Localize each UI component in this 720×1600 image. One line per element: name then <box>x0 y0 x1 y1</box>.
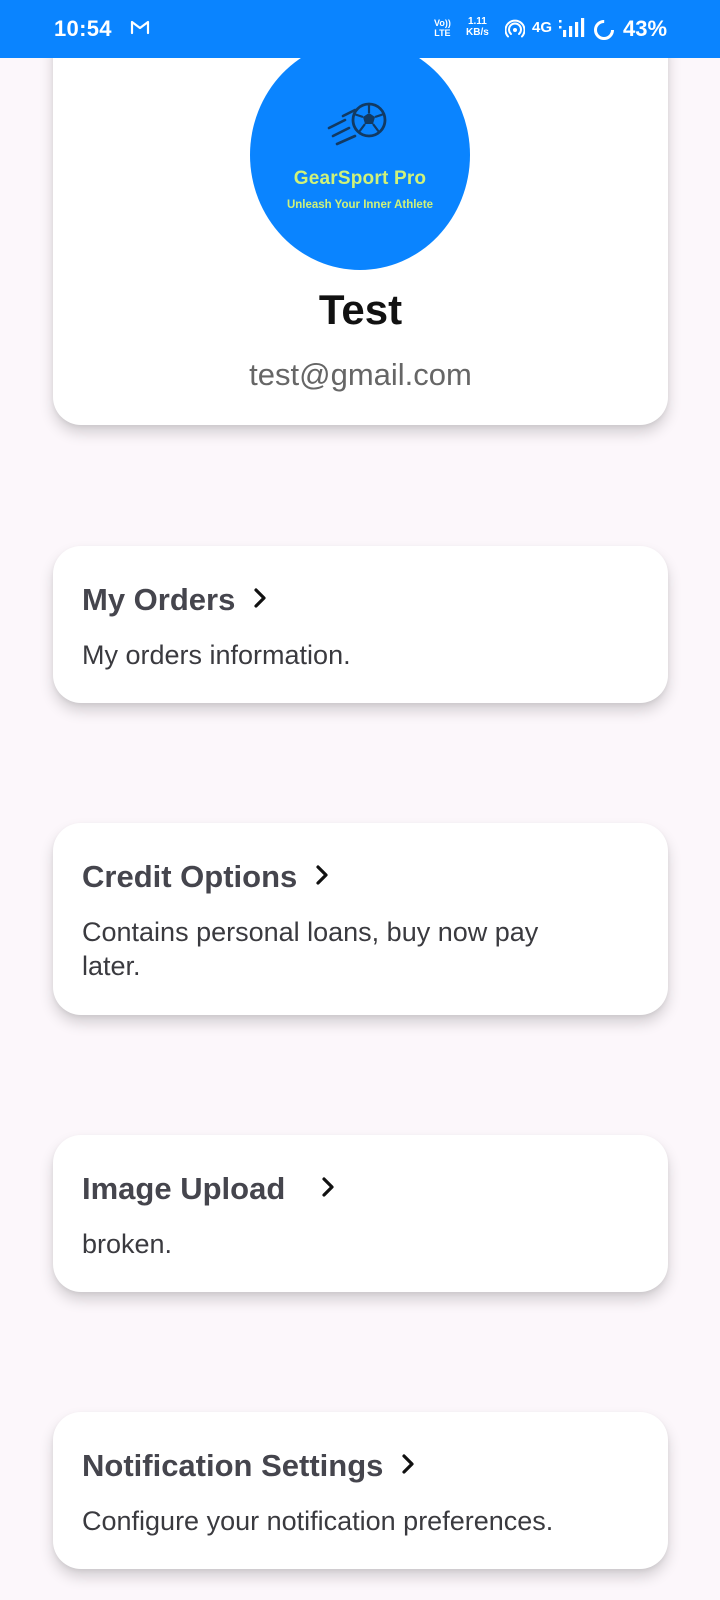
chevron-right-icon[interactable] <box>319 1175 337 1204</box>
my-orders-title-row[interactable]: My Orders <box>82 582 269 618</box>
notification-settings-description: Configure your notification preferences. <box>82 1506 554 1536</box>
my-orders-description: My orders information. <box>82 640 351 670</box>
my-orders-card[interactable]: My Orders My orders information. <box>53 546 668 703</box>
chevron-right-icon[interactable] <box>251 586 269 615</box>
soccer-ball-icon <box>325 98 391 155</box>
image-upload-card[interactable]: Image Upload broken. <box>53 1135 668 1292</box>
hotspot-icon <box>504 19 526 44</box>
status-bar: 10:54 Vo)) LTE 1.11 KB/s 4G 43% <box>0 0 720 58</box>
notification-settings-card[interactable]: Notification Settings Configure your not… <box>53 1412 668 1569</box>
battery-saver-icon <box>593 19 615 46</box>
image-upload-title: Image Upload <box>82 1171 286 1206</box>
gmail-icon <box>130 19 150 40</box>
network-type: 4G <box>532 19 553 36</box>
credit-options-title-row[interactable]: Credit Options <box>82 859 331 895</box>
volte-indicator: Vo)) LTE <box>434 18 451 38</box>
image-upload-description: broken. <box>82 1229 173 1259</box>
notification-settings-title: Notification Settings <box>82 1448 384 1483</box>
profile-email: test@gmail.com <box>249 357 472 392</box>
network-speed: 1.11 KB/s <box>466 16 489 38</box>
logo-brand-name: GearSport Pro <box>293 168 427 189</box>
credit-options-title: Credit Options <box>82 859 298 894</box>
chevron-right-icon[interactable] <box>399 1452 417 1481</box>
signal-icon <box>559 18 585 43</box>
notification-settings-title-row[interactable]: Notification Settings <box>82 1448 417 1484</box>
my-orders-title: My Orders <box>82 582 236 617</box>
profile-name: Test <box>318 286 403 333</box>
logo-tagline: Unleash Your Inner Athlete <box>286 199 434 211</box>
image-upload-title-row[interactable]: Image Upload <box>82 1171 337 1207</box>
status-time: 10:54 <box>54 16 112 41</box>
battery-percentage: 43% <box>623 16 668 41</box>
chevron-right-icon[interactable] <box>313 863 331 892</box>
profile-card: GearSport Pro Unleash Your Inner Athlete… <box>53 20 668 425</box>
credit-options-card[interactable]: Credit Options Contains personal loans, … <box>53 823 668 1015</box>
brand-logo: GearSport Pro Unleash Your Inner Athlete <box>250 40 470 270</box>
credit-options-description: Contains personal loans, buy now pay lat… <box>82 917 539 981</box>
